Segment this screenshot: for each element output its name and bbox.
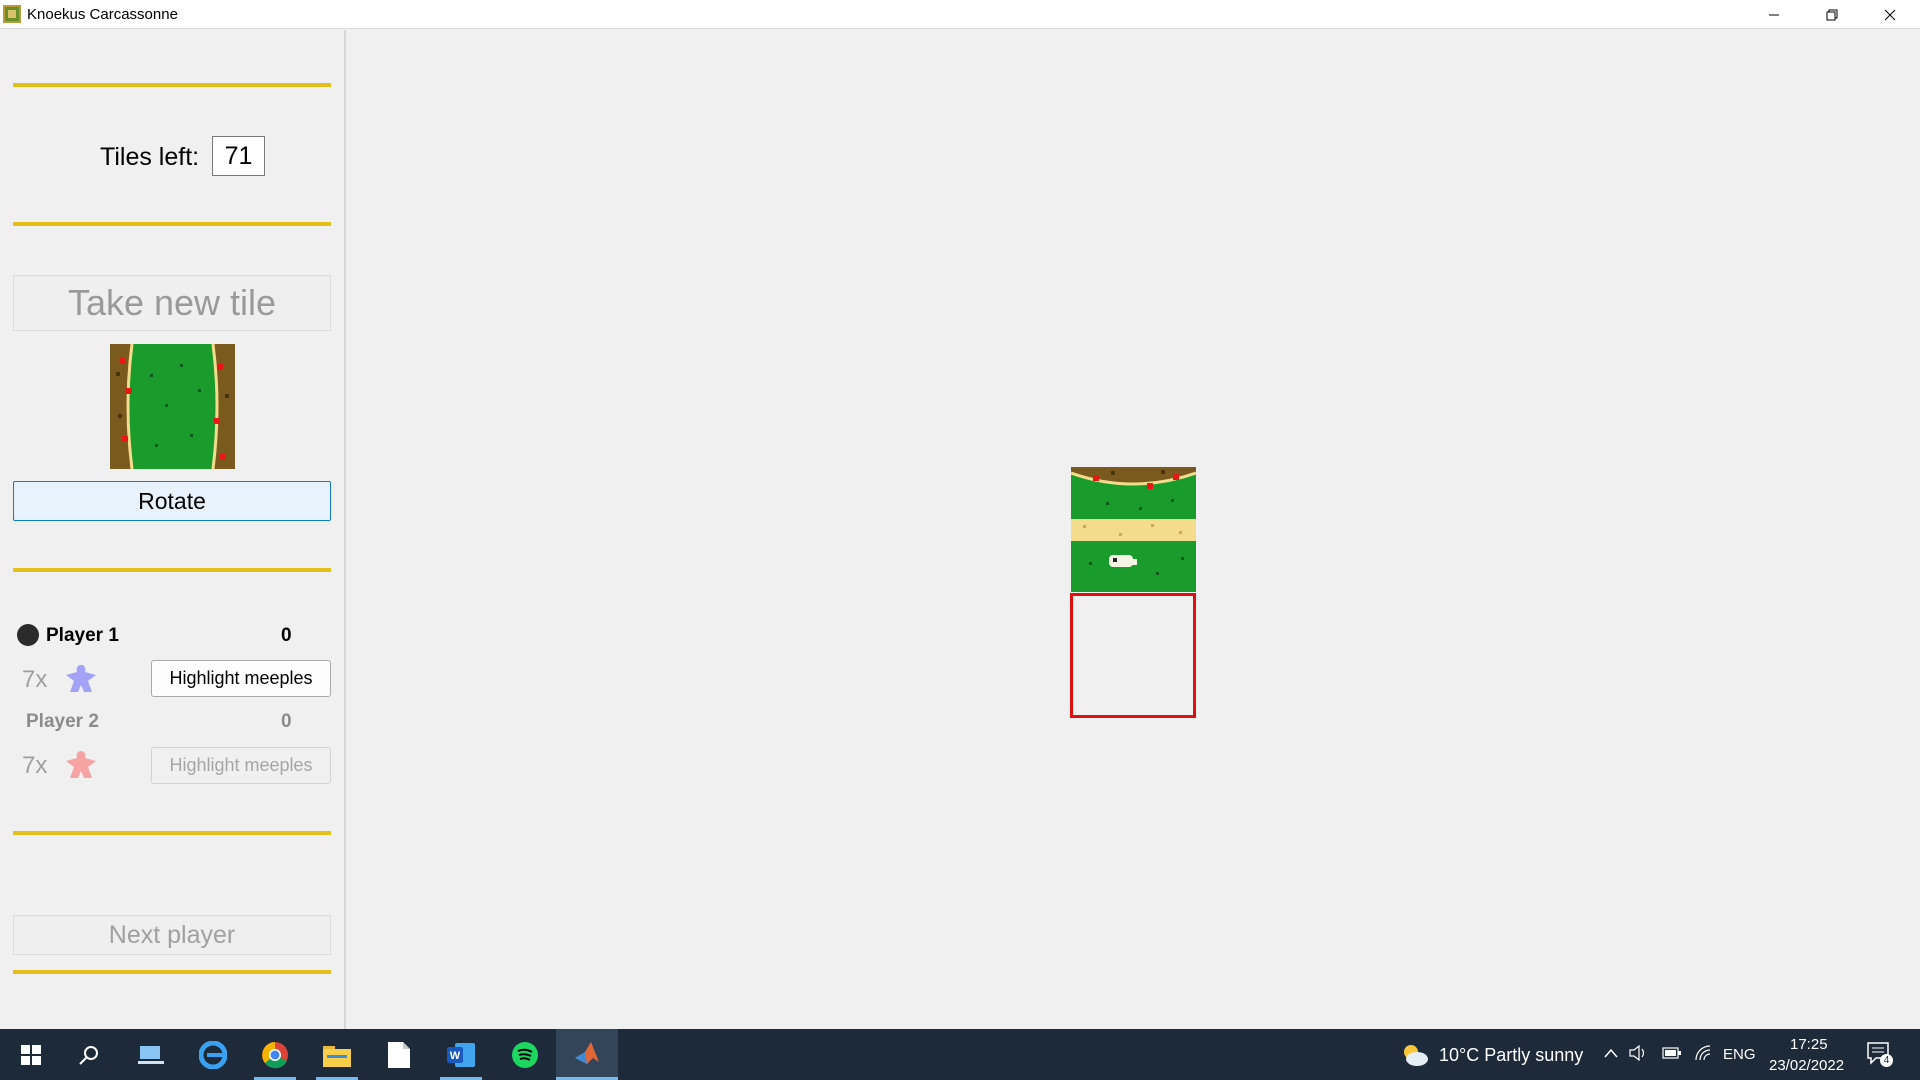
minimize-button[interactable] (1745, 0, 1803, 29)
player-1-name: Player 1 (46, 625, 119, 646)
player-1-highlight-meeples-button[interactable]: Highlight meeples (151, 660, 331, 697)
taskbar: W 10°C Partly sunny ENG 17:25 23/02/2022… (0, 1029, 1920, 1080)
current-tile-preview (110, 344, 235, 469)
task-view-button[interactable] (120, 1029, 182, 1080)
restore-button[interactable] (1803, 0, 1861, 29)
player-1-score: 0 (281, 625, 292, 646)
battery-icon[interactable] (1662, 1046, 1682, 1060)
notification-center-button[interactable]: 4 (1866, 1041, 1893, 1067)
meeple-icon (66, 751, 96, 778)
player-1-meeple-count: 7x (22, 666, 48, 693)
clock-date[interactable]: 23/02/2022 (1769, 1057, 1844, 1074)
close-icon (1884, 9, 1896, 20)
divider (13, 568, 331, 572)
word-button[interactable]: W (430, 1029, 492, 1080)
player-2-highlight-meeples-button[interactable]: Highlight meeples (151, 747, 331, 784)
divider (13, 970, 331, 974)
notepad-button[interactable] (368, 1029, 430, 1080)
language-indicator[interactable]: ENG (1723, 1046, 1756, 1063)
rotate-button[interactable]: Rotate (13, 481, 331, 521)
svg-text:W: W (450, 1050, 461, 1062)
tiles-left-count: 71 (212, 136, 265, 176)
matlab-icon (575, 1042, 599, 1064)
window-title: Knoekus Carcassonne (27, 6, 178, 23)
next-player-button[interactable]: Next player (13, 915, 331, 955)
close-button[interactable] (1861, 0, 1919, 29)
player-2-meeple-count: 7x (22, 752, 48, 779)
restore-icon (1826, 9, 1838, 20)
minimize-icon (1769, 14, 1779, 15)
game-board[interactable] (348, 30, 1920, 1029)
player-2-score: 0 (281, 711, 292, 732)
weather-partly-sunny-icon (1404, 1045, 1428, 1066)
file-explorer-button[interactable] (306, 1029, 368, 1080)
tile-placement-slot[interactable] (1070, 593, 1196, 718)
divider (13, 83, 331, 87)
take-new-tile-button[interactable]: Take new tile (13, 275, 331, 331)
notification-count-badge: 4 (1880, 1054, 1893, 1067)
edge-button[interactable] (182, 1029, 244, 1080)
windows-start-icon (21, 1044, 41, 1065)
word-icon: W (447, 1042, 475, 1067)
file-explorer-icon (323, 1045, 351, 1067)
tiles-left-label: Tiles left: (100, 143, 200, 171)
task-view-icon (138, 1045, 164, 1064)
player-2-name: Player 2 (26, 711, 99, 732)
placed-tile[interactable] (1071, 467, 1196, 592)
divider (13, 222, 331, 226)
app-icon (3, 5, 21, 23)
spotify-button[interactable] (494, 1029, 556, 1080)
title-bar: Knoekus Carcassonne (0, 0, 1920, 29)
volume-icon[interactable] (1629, 1045, 1647, 1061)
weather-text[interactable]: 10°C Partly sunny (1439, 1045, 1583, 1066)
spotify-icon (512, 1041, 538, 1068)
chevron-up-icon[interactable] (1604, 1048, 1618, 1058)
notepad-icon (388, 1041, 410, 1068)
windows-start-button[interactable] (0, 1029, 62, 1080)
control-panel: Tiles left: 71 Take new tile Rotate Play… (0, 30, 346, 1029)
edge-icon (199, 1040, 227, 1069)
wifi-icon[interactable] (1694, 1044, 1712, 1062)
active-player-indicator (17, 624, 39, 646)
clock-time[interactable]: 17:25 (1790, 1036, 1828, 1053)
meeple-icon (66, 665, 96, 692)
chrome-icon (262, 1041, 288, 1068)
search-icon (79, 1045, 98, 1065)
search-button[interactable] (58, 1029, 120, 1080)
divider (13, 831, 331, 835)
chrome-button[interactable] (244, 1029, 306, 1080)
matlab-button[interactable] (556, 1029, 618, 1080)
